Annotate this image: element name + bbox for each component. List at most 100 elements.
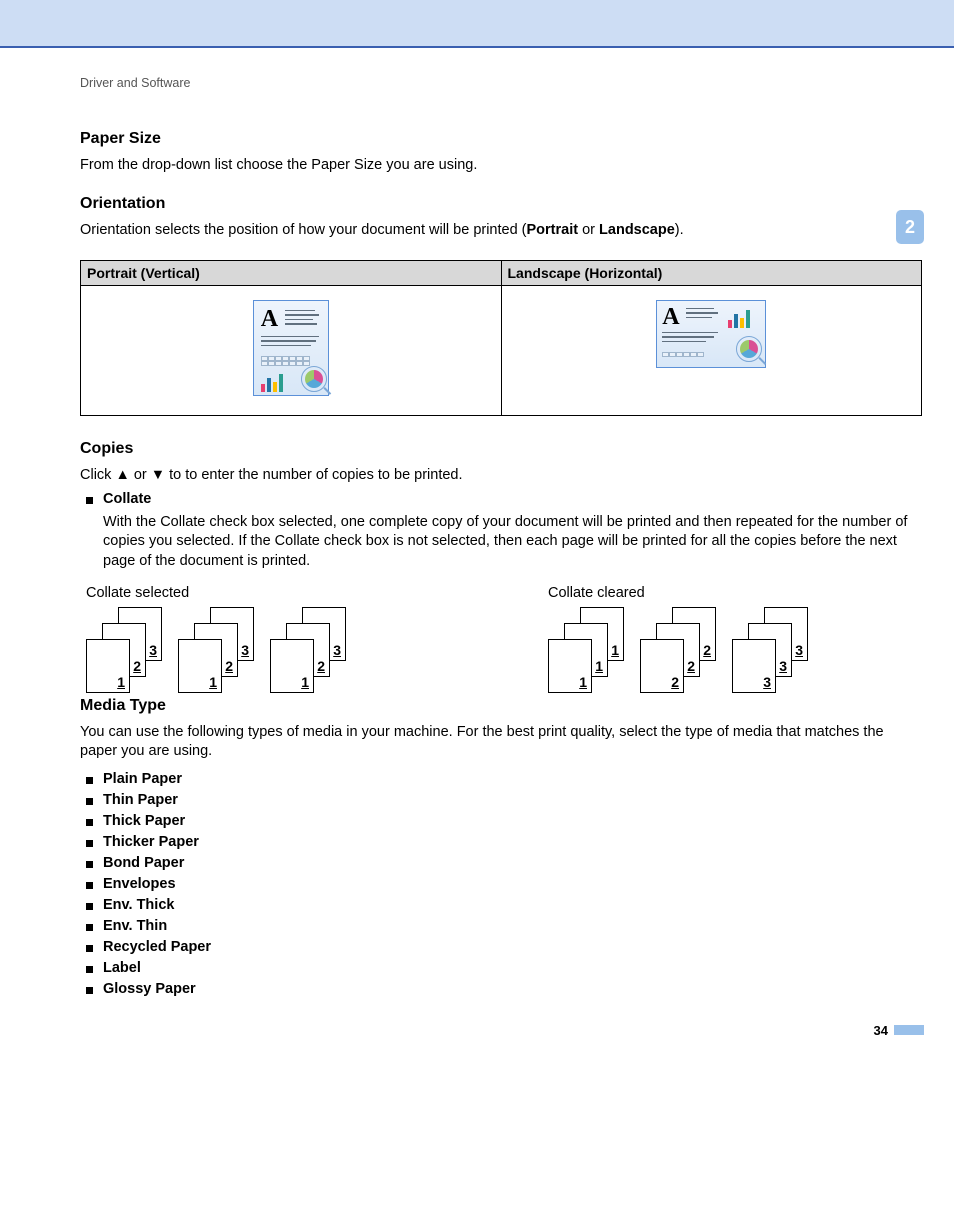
collate-cleared-block: Collate cleared 111222333 xyxy=(548,585,810,693)
stack-sheet-number: 1 xyxy=(117,674,125,690)
body-orientation: Orientation selects the position of how … xyxy=(80,221,922,240)
collate-cleared-label: Collate cleared xyxy=(548,585,810,601)
media-type-label: Env. Thick xyxy=(103,897,174,913)
collate-cleared-stacks: 111222333 xyxy=(548,607,810,693)
heading-paper-size: Paper Size xyxy=(80,130,922,148)
orientation-bold-portrait: Portrait xyxy=(527,222,579,238)
bullet-square-icon xyxy=(86,497,93,504)
page-stack: 123 xyxy=(178,607,256,693)
page-stack: 222 xyxy=(640,607,718,693)
stack-sheet-number: 1 xyxy=(595,658,603,674)
collate-body: With the Collate check box selected, one… xyxy=(103,513,922,572)
stack-sheet-number: 2 xyxy=(687,658,695,674)
media-type-item: Bond Paper xyxy=(80,855,922,871)
media-type-item: Recycled Paper xyxy=(80,939,922,955)
stack-sheet-number: 1 xyxy=(579,674,587,690)
stack-sheet-number: 2 xyxy=(133,658,141,674)
collate-selected-block: Collate selected 123123123 xyxy=(86,585,348,693)
stack-sheet-number: 3 xyxy=(241,642,249,658)
stack-sheet-number: 2 xyxy=(703,642,711,658)
bullet-square-icon xyxy=(86,840,93,847)
media-type-item: Label xyxy=(80,960,922,976)
stack-sheet-number: 2 xyxy=(317,658,325,674)
orientation-cell-portrait: A xyxy=(81,285,502,415)
stack-sheet: 1 xyxy=(86,639,130,693)
orientation-text-post: ). xyxy=(675,222,684,238)
media-type-item: Glossy Paper xyxy=(80,981,922,997)
media-type-label: Thick Paper xyxy=(103,813,185,829)
media-type-label: Label xyxy=(103,960,141,976)
media-type-label: Envelopes xyxy=(103,876,176,892)
bullet-square-icon xyxy=(86,924,93,931)
bullet-square-icon xyxy=(86,861,93,868)
stack-sheet-number: 1 xyxy=(301,674,309,690)
stack-sheet-number: 2 xyxy=(225,658,233,674)
bullet-collate: Collate xyxy=(80,491,922,507)
stack-sheet-number: 3 xyxy=(763,674,771,690)
media-type-item: Envelopes xyxy=(80,876,922,892)
chapter-tab: 2 xyxy=(896,210,924,244)
stack-sheet-number: 3 xyxy=(333,642,341,658)
body-paper-size: From the drop-down list choose the Paper… xyxy=(80,156,922,175)
collate-selected-label: Collate selected xyxy=(86,585,348,601)
landscape-page-icon: A xyxy=(656,300,766,368)
media-type-item: Thin Paper xyxy=(80,792,922,808)
media-type-item: Thicker Paper xyxy=(80,834,922,850)
media-type-label: Recycled Paper xyxy=(103,939,211,955)
page-stack: 333 xyxy=(732,607,810,693)
stack-sheet: 1 xyxy=(548,639,592,693)
heading-copies: Copies xyxy=(80,440,922,458)
orientation-text-pre: Orientation selects the position of how … xyxy=(80,222,527,238)
breadcrumb: Driver and Software xyxy=(80,76,922,90)
body-media-type: You can use the following types of media… xyxy=(80,723,922,761)
orientation-th-landscape: Landscape (Horizontal) xyxy=(501,260,922,285)
bullet-square-icon xyxy=(86,882,93,889)
page-stack: 123 xyxy=(270,607,348,693)
stack-sheet: 3 xyxy=(732,639,776,693)
media-type-item: Env. Thick xyxy=(80,897,922,913)
orientation-text-mid: or xyxy=(578,222,599,238)
media-type-item: Plain Paper xyxy=(80,771,922,787)
bullet-square-icon xyxy=(86,966,93,973)
page-footer: 34 xyxy=(0,1023,954,1058)
orientation-th-portrait: Portrait (Vertical) xyxy=(81,260,502,285)
orientation-cell-landscape: A xyxy=(501,285,922,415)
top-header-band xyxy=(0,0,954,48)
collate-diagrams-row: Collate selected 123123123 Collate clear… xyxy=(86,585,922,693)
media-type-label: Plain Paper xyxy=(103,771,182,787)
media-type-label: Env. Thin xyxy=(103,918,167,934)
media-type-label: Thin Paper xyxy=(103,792,178,808)
media-type-label: Glossy Paper xyxy=(103,981,196,997)
stack-sheet: 1 xyxy=(178,639,222,693)
heading-orientation: Orientation xyxy=(80,195,922,213)
media-type-item: Env. Thin xyxy=(80,918,922,934)
page-content: Driver and Software Paper Size From the … xyxy=(0,76,954,997)
media-type-list: Plain Paper Thin Paper Thick Paper Thicker … xyxy=(80,771,922,997)
media-type-item: Thick Paper xyxy=(80,813,922,829)
bullet-square-icon xyxy=(86,777,93,784)
bullet-square-icon xyxy=(86,798,93,805)
page-stack: 111 xyxy=(548,607,626,693)
page-number: 34 xyxy=(874,1023,888,1038)
stack-sheet-number: 3 xyxy=(149,642,157,658)
bullet-square-icon xyxy=(86,945,93,952)
bullet-square-icon xyxy=(86,903,93,910)
collate-label: Collate xyxy=(103,491,151,507)
portrait-page-icon: A xyxy=(253,300,329,396)
bullet-square-icon xyxy=(86,819,93,826)
stack-sheet: 2 xyxy=(640,639,684,693)
orientation-bold-landscape: Landscape xyxy=(599,222,675,238)
heading-media-type: Media Type xyxy=(80,697,922,715)
stack-sheet: 1 xyxy=(270,639,314,693)
stack-sheet-number: 3 xyxy=(795,642,803,658)
media-type-label: Bond Paper xyxy=(103,855,184,871)
body-copies: Click ▲ or ▼ to to enter the number of c… xyxy=(80,466,922,485)
bullet-square-icon xyxy=(86,987,93,994)
stack-sheet-number: 1 xyxy=(209,674,217,690)
orientation-table: Portrait (Vertical) Landscape (Horizonta… xyxy=(80,260,922,416)
footer-bar-icon xyxy=(894,1025,924,1035)
page-stack: 123 xyxy=(86,607,164,693)
stack-sheet-number: 1 xyxy=(611,642,619,658)
collate-selected-stacks: 123123123 xyxy=(86,607,348,693)
stack-sheet-number: 2 xyxy=(671,674,679,690)
